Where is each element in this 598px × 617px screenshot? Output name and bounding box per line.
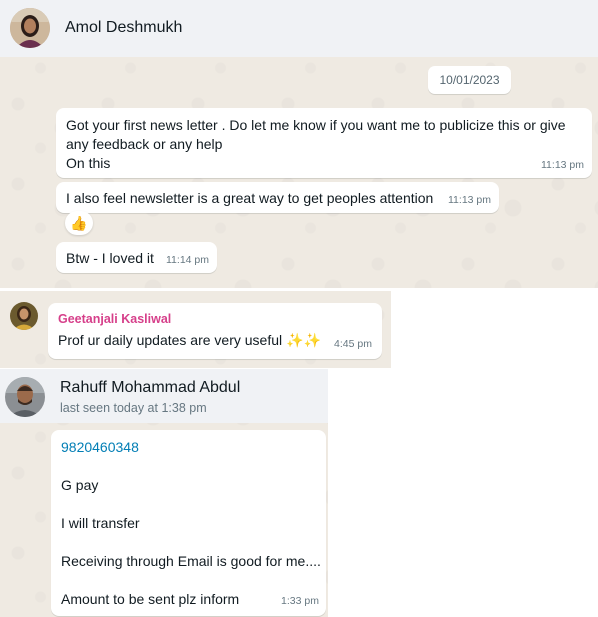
- avatar[interactable]: [10, 302, 38, 330]
- thumbs-up-icon: 👍: [70, 215, 88, 231]
- avatar[interactable]: [5, 377, 45, 417]
- message-text-line: On this: [66, 155, 111, 171]
- message-text-line: G pay: [61, 477, 99, 493]
- avatar-photo-icon: [10, 302, 38, 330]
- avatar-photo-icon: [10, 8, 50, 48]
- phone-number-link[interactable]: 9820460348: [61, 438, 139, 457]
- reaction-badge[interactable]: 👍: [65, 211, 93, 235]
- message-text: Btw - I loved it: [66, 250, 154, 266]
- message-text: Prof ur daily updates are very useful: [58, 332, 283, 348]
- message-bubble[interactable]: Got your first news letter . Do let me k…: [56, 108, 592, 178]
- message-text: I also feel newsletter is a great way to…: [66, 190, 434, 206]
- message-time: 11:13 pm: [448, 194, 491, 206]
- message-bubble[interactable]: 9820460348 G pay I will transfer Receivi…: [51, 430, 326, 616]
- message-text-line: Got your first news letter . Do let me k…: [66, 117, 566, 133]
- chat-header[interactable]: Rahuff Mohammad Abdul last seen today at…: [0, 369, 328, 423]
- message-text-line: any feedback or any help: [66, 136, 223, 152]
- last-seen-status: last seen today at 1:38 pm: [60, 401, 207, 415]
- chat-panel-rahuff: Rahuff Mohammad Abdul last seen today at…: [0, 369, 328, 617]
- chat-header[interactable]: Amol Deshmukh: [0, 0, 598, 57]
- chat-panel-geetanjali: Geetanjali Kasliwal Prof ur daily update…: [0, 291, 391, 368]
- chat-panel-amol: Amol Deshmukh 10/01/2023 Got your first …: [0, 0, 598, 288]
- message-time: 1:33 pm: [281, 595, 319, 607]
- message-bubble[interactable]: Geetanjali Kasliwal Prof ur daily update…: [48, 303, 382, 359]
- date-chip: 10/01/2023: [428, 66, 511, 94]
- contact-name[interactable]: Amol Deshmukh: [65, 19, 182, 37]
- avatar-photo-icon: [5, 377, 45, 417]
- contact-name[interactable]: Rahuff Mohammad Abdul: [60, 379, 240, 397]
- date-chip-text: 10/01/2023: [439, 73, 500, 87]
- message-text-line: Receiving through Email is good for me..…: [61, 553, 321, 569]
- message-bubble[interactable]: I also feel newsletter is a great way to…: [56, 182, 499, 213]
- message-text-line: I will transfer: [61, 515, 140, 531]
- avatar[interactable]: [10, 8, 50, 48]
- sparkles-icon: ✨✨: [286, 332, 321, 348]
- message-time: 11:14 pm: [166, 254, 209, 266]
- message-text-line: Amount to be sent plz inform: [61, 591, 240, 607]
- message-time: 11:13 pm: [541, 159, 584, 171]
- message-time: 4:45 pm: [334, 338, 372, 350]
- message-bubble[interactable]: Btw - I loved it 11:14 pm: [56, 242, 217, 273]
- sender-name[interactable]: Geetanjali Kasliwal: [58, 310, 171, 329]
- message-text-row: Prof ur daily updates are very useful ✨✨: [58, 331, 321, 350]
